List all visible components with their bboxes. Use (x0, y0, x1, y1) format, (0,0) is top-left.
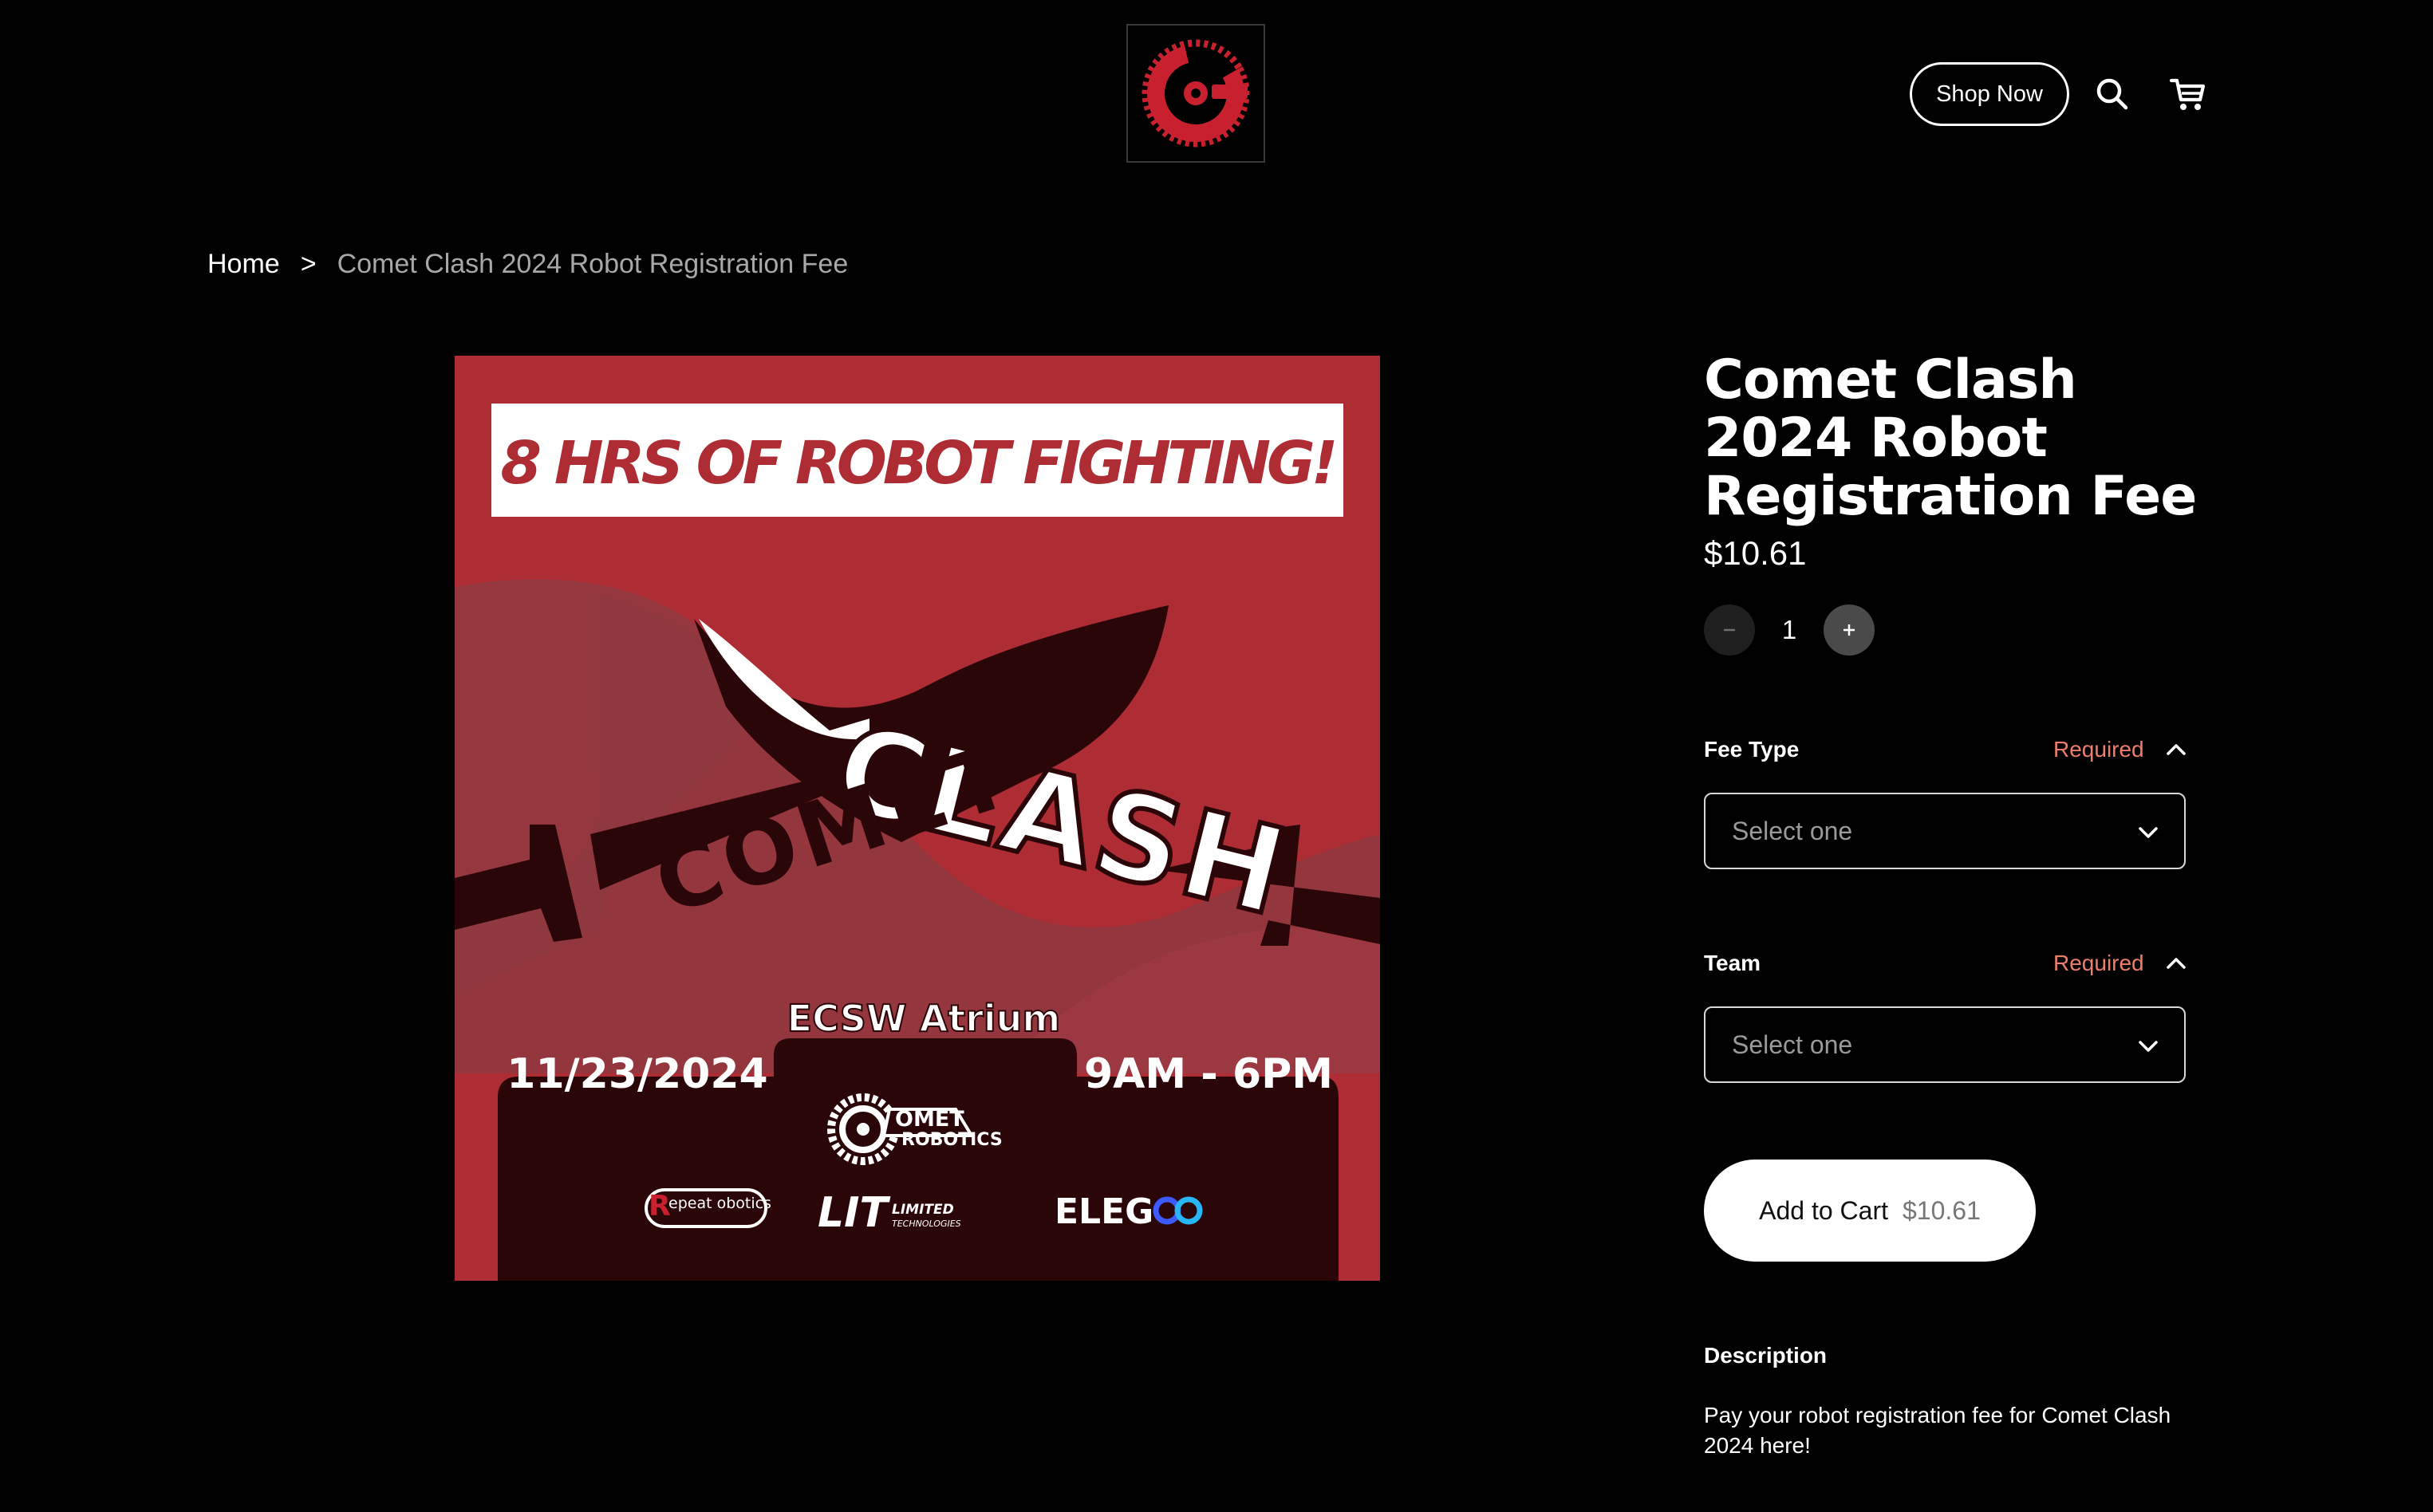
svg-text:ELEG: ELEG (1055, 1191, 1153, 1232)
svg-text:epeat obotics: epeat obotics (668, 1195, 771, 1212)
fee-type-label: Fee Type (1704, 737, 1800, 762)
svg-text:TECHNOLOGIES: TECHNOLOGIES (892, 1219, 961, 1229)
shop-now-button[interactable]: Shop Now (1910, 62, 2069, 126)
event-poster: 8 HRS OF ROBOT FIGHTING! CLASH COMET ECS… (455, 356, 1380, 1281)
breadcrumb-separator: > (300, 249, 317, 279)
team-select[interactable]: Select one (1704, 1006, 2186, 1083)
add-to-cart-button[interactable]: Add to Cart $10.61 (1704, 1160, 2036, 1262)
chevron-up-icon[interactable] (2163, 951, 2189, 976)
cart-icon[interactable] (2167, 73, 2208, 115)
svg-text:OMET: OMET (895, 1107, 964, 1132)
product-image: 8 HRS OF ROBOT FIGHTING! CLASH COMET ECS… (455, 356, 1380, 1281)
svg-text:ROBOTICS: ROBOTICS (901, 1130, 1003, 1150)
quantity-increase-button[interactable] (1824, 604, 1875, 656)
quantity-decrease-button[interactable] (1704, 604, 1755, 656)
add-to-cart-label: Add to Cart (1759, 1195, 1888, 1225)
description-heading: Description (1704, 1343, 1828, 1368)
poster-date: 11/23/2024 (507, 1050, 767, 1098)
breadcrumb-home-link[interactable]: Home (207, 249, 280, 280)
chevron-down-icon (2139, 1041, 2158, 1052)
product-price: $10.61 (1704, 534, 1807, 572)
team-select-value: Select one (1732, 1030, 1853, 1059)
gear-logo-icon (1142, 39, 1250, 148)
search-icon[interactable] (2092, 73, 2133, 115)
team-required-badge: Required (2053, 951, 2144, 975)
description-text: Pay your robot registration fee for Come… (1704, 1403, 2171, 1458)
team-label: Team (1704, 951, 1761, 975)
svg-text:LIMITED: LIMITED (892, 1202, 954, 1218)
minus-icon (1724, 628, 1735, 632)
svg-text:R: R (649, 1190, 671, 1223)
svg-text:LIT: LIT (818, 1189, 890, 1237)
chevron-down-icon (2139, 827, 2158, 838)
product-title: Comet Clash 2024 Robot Registration Fee (1704, 348, 2197, 528)
breadcrumb-current: Comet Clash 2024 Robot Registration Fee (337, 249, 849, 279)
fee-type-select-value: Select one (1732, 816, 1853, 845)
breadcrumb: Home > Comet Clash 2024 Robot Registrati… (207, 249, 848, 280)
quantity-value: 1 (1781, 615, 1797, 644)
plus-icon (1843, 624, 1855, 636)
fee-type-required-badge: Required (2053, 737, 2144, 762)
shop-now-label: Shop Now (1936, 81, 2043, 107)
poster-venue: ECSW Atrium (787, 997, 1061, 1040)
fee-type-select[interactable]: Select one (1704, 793, 2186, 869)
chevron-up-icon[interactable] (2163, 737, 2189, 762)
poster-time: 9AM - 6PM (1084, 1050, 1333, 1098)
poster-banner: 8 HRS OF ROBOT FIGHTING! (500, 429, 1334, 498)
add-to-cart-price: $10.61 (1902, 1195, 1981, 1225)
site-logo[interactable] (1126, 24, 1265, 163)
